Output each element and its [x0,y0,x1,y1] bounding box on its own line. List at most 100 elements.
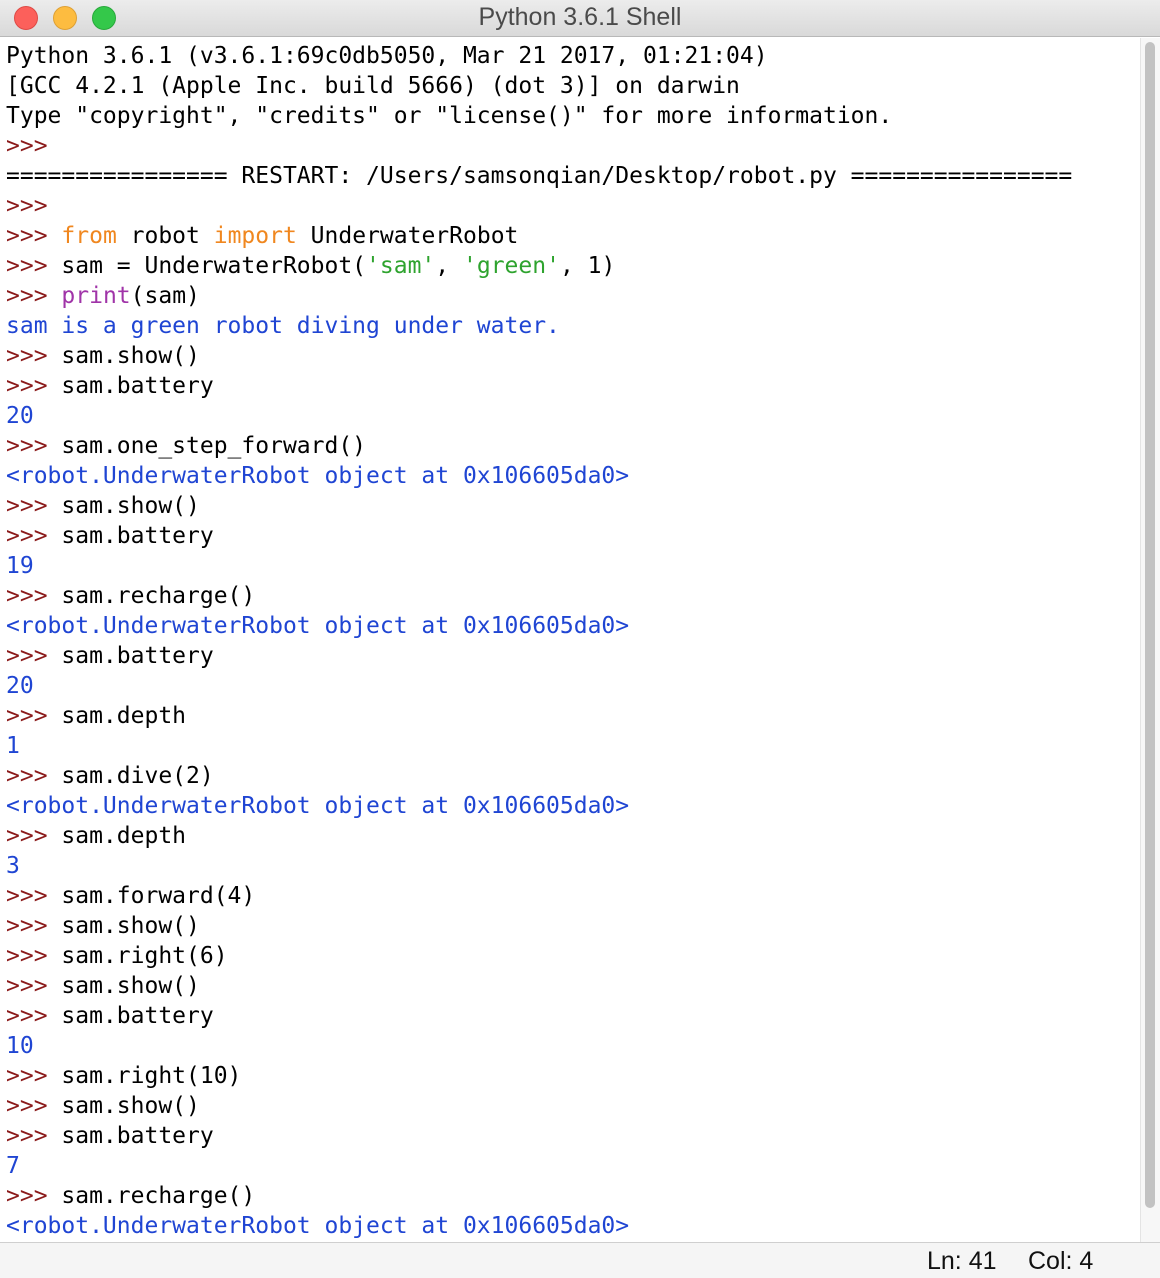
prompt: >>> [6,883,48,909]
restart-line: ================ RESTART: /Users/samsonq… [6,163,1073,189]
keyword-import: import [213,223,297,249]
code-text: sam.battery [47,1003,214,1029]
prompt-line: >>> [6,191,48,221]
input-line: >>> sam.one_step_forward() [6,431,366,461]
code-text: sam.show() [47,493,200,519]
input-line: >>> sam.show() [6,1091,200,1121]
scrollbar-thumb[interactable] [1145,42,1155,1208]
input-line: >>> sam.battery [6,1001,214,1031]
code-text: , [435,253,463,279]
output-line: 19 [6,553,34,579]
prompt: >>> [6,193,48,219]
prompt-line: >>> [6,131,48,161]
input-line: >>> sam.recharge() [6,1181,255,1211]
idle-shell-window: Python 3.6.1 Shell Python 3.6.1 (v3.6.1:… [0,0,1160,1278]
string-literal: 'green' [463,253,560,279]
title-bar[interactable]: Python 3.6.1 Shell [0,0,1160,37]
prompt: >>> [6,283,48,309]
input-line: >>> sam.show() [6,491,200,521]
input-line: >>> sam.dive(2) [6,761,214,791]
input-line: >>> sam.battery [6,371,214,401]
code-text: sam.depth [47,703,187,729]
shell-text-area[interactable]: Python 3.6.1 (v3.6.1:69c0db5050, Mar 21 … [0,38,1140,1242]
code-text: sam.recharge() [47,583,256,609]
output-line: <robot.UnderwaterRobot object at 0x10660… [6,613,630,639]
prompt: >>> [6,373,48,399]
output-line: sam is a green robot diving under water. [6,313,560,339]
window-title: Python 3.6.1 Shell [478,3,682,31]
column-number-indicator: Col: 4 [1028,1247,1094,1275]
keyword-from: from [61,223,117,249]
input-line: >>> sam.show() [6,971,200,1001]
prompt: >>> [6,973,48,999]
output-line: <robot.UnderwaterRobot object at 0x10660… [6,463,630,489]
code-text: sam.one_step_forward() [47,433,367,459]
input-line: >>> sam.depth [6,701,186,731]
output-line: <robot.UnderwaterRobot object at 0x10660… [6,793,630,819]
input-line: >>> sam.forward(4) [6,881,255,911]
prompt: >>> [6,703,48,729]
code-text: sam.battery [47,1123,214,1149]
input-line: >>> sam.right(6) [6,941,228,971]
code-text: UnderwaterRobot [296,223,519,249]
prompt: >>> [6,583,48,609]
output-line: 1 [6,733,20,759]
input-line: >>> sam.battery [6,1121,214,1151]
output-line: 20 [6,403,34,429]
prompt: >>> [6,1123,48,1149]
code-text: sam = UnderwaterRobot( [47,253,367,279]
code-text: sam.show() [47,343,200,369]
code-text: sam.battery [47,523,214,549]
input-line: >>> sam.recharge() [6,581,255,611]
prompt: >>> [6,943,48,969]
output-line: 20 [6,673,34,699]
prompt: >>> [6,1063,48,1089]
prompt: >>> [6,1003,48,1029]
input-line: >>> sam.show() [6,911,200,941]
prompt: >>> [6,763,48,789]
code-text: sam.battery [47,373,214,399]
input-line-constructor: >>> sam = UnderwaterRobot('sam', 'green'… [6,251,615,281]
prompt: >>> [6,643,48,669]
output-line: 10 [6,1033,34,1059]
prompt: >>> [6,223,48,249]
output-line: 7 [6,1153,20,1179]
input-line: >>> sam.depth [6,821,186,851]
code-text: , 1) [559,253,616,279]
code-text: sam.show() [47,973,200,999]
vertical-scrollbar[interactable] [1140,38,1160,1242]
output-line: <robot.UnderwaterRobot object at 0x10660… [6,1213,630,1239]
banner-compiler-line: [GCC 4.2.1 (Apple Inc. build 5666) (dot … [6,73,740,99]
code-text: robot [116,223,214,249]
prompt: >>> [6,343,48,369]
banner-version-line: Python 3.6.1 (v3.6.1:69c0db5050, Mar 21 … [6,43,768,69]
prompt: >>> [6,523,48,549]
prompt: >>> [6,133,48,159]
input-line-print: >>> print(sam) [6,281,200,311]
input-line-import: >>> from robot import UnderwaterRobot [6,221,518,251]
code-text: sam.depth [47,823,187,849]
prompt: >>> [6,913,48,939]
string-literal: 'sam' [366,253,436,279]
builtin-print: print [61,283,131,309]
code-text: sam.battery [47,643,214,669]
status-bar: Ln: 41 Col: 4 [0,1242,1160,1278]
code-text: sam.show() [47,1093,200,1119]
prompt: >>> [6,1093,48,1119]
input-line: >>> sam.right(10) [6,1061,241,1091]
line-number-indicator: Ln: 41 [927,1247,997,1275]
prompt: >>> [6,493,48,519]
prompt: >>> [6,1183,48,1209]
input-line: >>> sam.battery [6,521,214,551]
code-text: sam.show() [47,913,200,939]
prompt: >>> [6,253,48,279]
code-text: sam.right(10) [47,1063,242,1089]
code-text: (sam) [130,283,200,309]
prompt: >>> [6,433,48,459]
code-text: sam.right(6) [47,943,228,969]
code-text: sam.dive(2) [47,763,214,789]
input-line: >>> sam.battery [6,641,214,671]
output-line: 3 [6,853,20,879]
code-text: sam.forward(4) [47,883,256,909]
prompt: >>> [6,823,48,849]
